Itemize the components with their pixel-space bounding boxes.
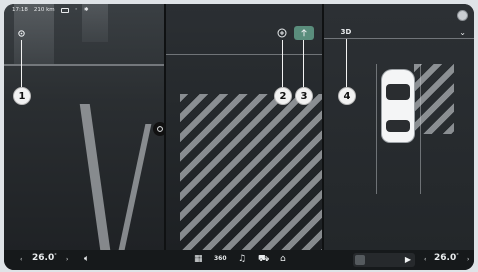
temp-left-value: 26.0 [32,253,55,263]
tilt-view-icon[interactable] [276,28,288,38]
callout-line [282,40,283,88]
left-camera-panel[interactable]: 1 [4,4,164,250]
music-icon[interactable]: ♫ [238,254,246,264]
album-art [355,255,365,265]
callout-line [303,40,304,88]
wifi-icon: ◦ [74,7,78,13]
parking-hatch [180,94,322,250]
view-3d-button[interactable]: 3D [338,26,354,38]
temp-up-right-icon[interactable]: › [467,256,469,263]
temp-right-value: 26.0 [434,253,457,263]
car-top-view [382,70,414,142]
avatar[interactable] [457,10,468,21]
temp-unit: ° [54,253,57,259]
range-readout: 210 km [33,7,55,13]
bay-line [420,64,421,194]
battery-icon [60,7,69,13]
temp-up-left-icon[interactable]: › [66,256,68,263]
floor-line [4,64,164,66]
clock: 17:18 [12,7,28,13]
callout-badge-1: 1 [13,87,31,105]
temp-unit: ° [456,253,459,259]
callout-badge-4: 4 [338,87,356,105]
volume-icon[interactable]: 🔈︎ [84,254,89,264]
bluetooth-icon: ✱ [83,7,89,13]
callout-badge-3: 3 [295,87,313,105]
camera-360-icon[interactable]: 360 [214,255,227,262]
home-icon[interactable]: ⌂ [280,254,286,264]
status-bar: 17:18 210 km ◦ ✱ [12,7,89,13]
bottom-dock: ‹ 26.0° › 🔈︎ ▦ 360 ♫ ⛟ ⌂ ▶ ‹ 26.0° › [4,250,474,270]
windshield [386,84,410,100]
temp-down-right-icon[interactable]: ‹ [424,256,426,263]
camera-view-screen: 1 2 3 3D 4 17:18 210 km ◦ ✱ ⌄ ‹ 26.0° › … [4,4,474,270]
temp-left[interactable]: 26.0° [32,253,57,263]
bay-line [376,64,377,194]
vehicle-icon[interactable]: ⛟ [258,254,269,265]
camera-settings-icon[interactable] [16,28,26,38]
temp-down-left-icon[interactable]: ‹ [20,256,22,263]
view-toggle-icon[interactable] [294,26,314,40]
temp-right[interactable]: 26.0° [434,253,459,263]
floor-line [166,54,322,55]
callout-line [21,40,22,88]
chevron-down-icon[interactable]: ⌄ [459,28,466,37]
parking-stripe [118,124,152,250]
callout-badge-2: 2 [274,87,292,105]
play-icon[interactable]: ▶ [405,255,411,264]
media-player[interactable]: ▶ [353,253,415,267]
middle-camera-panel[interactable]: 2 3 [166,4,322,250]
parking-stripe [79,104,111,250]
callout-line [346,39,347,88]
mirror-camera-icon [153,122,164,136]
rear-window [386,120,410,132]
birds-eye-panel[interactable]: 3D 4 [324,4,474,250]
apps-grid-icon[interactable]: ▦ [194,254,203,264]
